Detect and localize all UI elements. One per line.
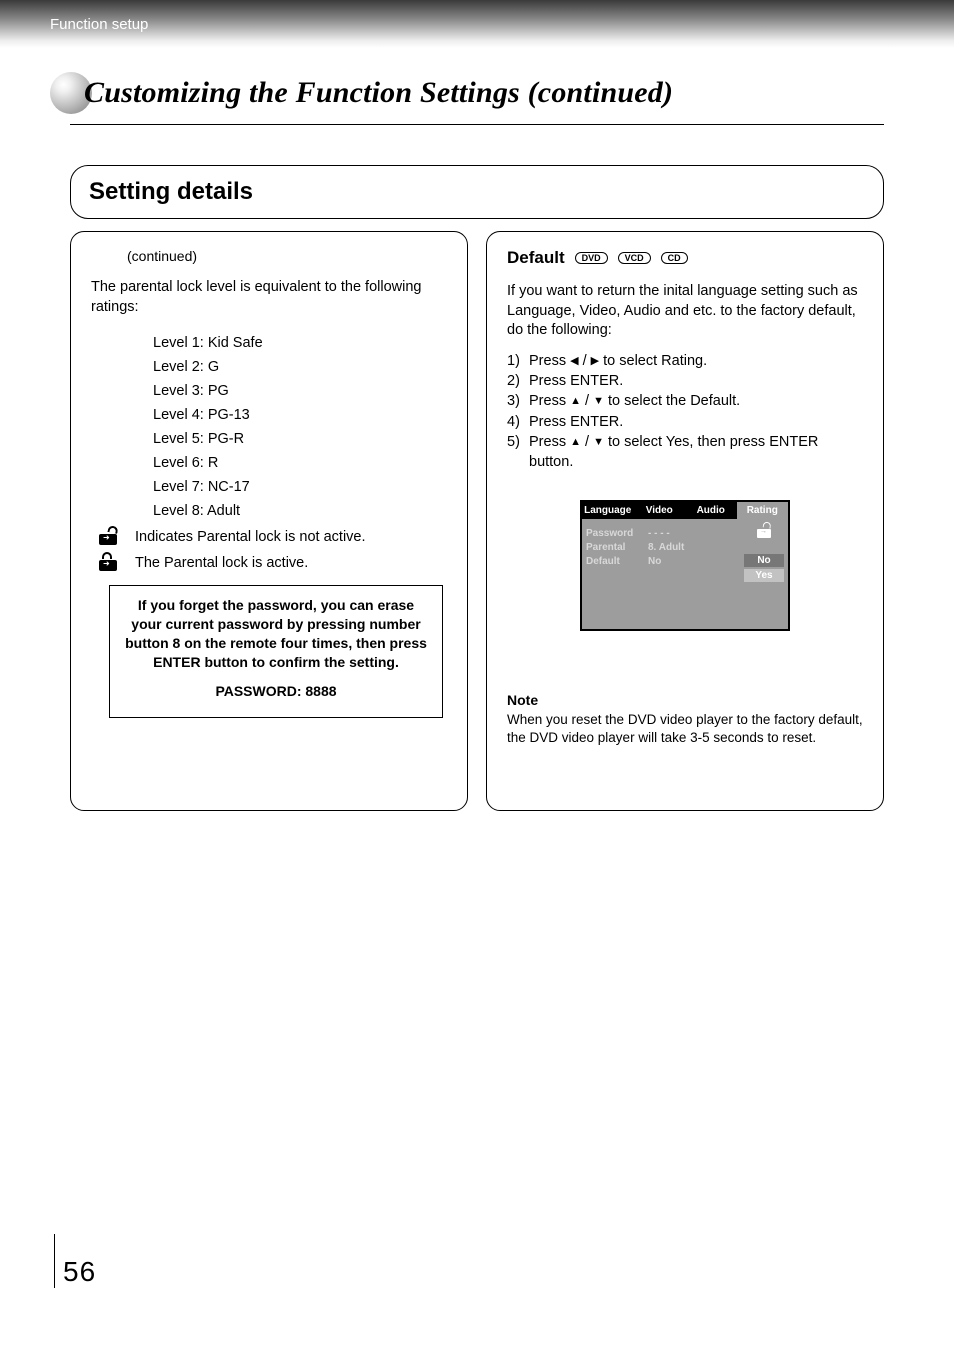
step-text: Press ▲ / ▼ to select Yes, then press EN… — [529, 432, 863, 473]
vcd-badge: VCD — [618, 252, 651, 264]
osd-tab-video: Video — [634, 502, 686, 519]
step-number: 4) — [507, 412, 529, 432]
t: Press — [529, 353, 570, 369]
lock-closed-icon — [99, 555, 117, 571]
lock-open-text: Indicates Parental lock is not active. — [135, 529, 366, 545]
lock-closed-text: The Parental lock is active. — [135, 555, 308, 571]
note-block: Note When you reset the DVD video player… — [507, 691, 863, 747]
password-reset-box: If you forget the password, you can eras… — [109, 585, 443, 717]
osd-body: Password Parental Default - - - - 8. Adu… — [582, 519, 788, 629]
note-heading: Note — [507, 692, 538, 708]
page-number: 56 — [54, 1234, 96, 1288]
right-arrow-icon: ▶ — [591, 354, 599, 369]
cd-badge: CD — [661, 252, 688, 264]
osd-item: Password — [586, 528, 640, 539]
step-number: 2) — [507, 371, 529, 391]
forgot-line: ENTER button to confirm the setting. — [122, 653, 430, 672]
osd-tabs: Language Video Audio Rating — [582, 502, 788, 519]
rating-level: Level 3: PG — [153, 383, 447, 399]
osd-item: Default — [586, 556, 640, 567]
rating-level: Level 5: PG-R — [153, 431, 447, 447]
steps-list: 1) Press ◀ / ▶ to select Rating. 2) Pres… — [507, 351, 863, 473]
t: / — [581, 393, 593, 409]
up-arrow-icon: ▲ — [570, 394, 581, 409]
osd-tab-rating: Rating — [737, 502, 789, 519]
section-header: Setting details — [89, 178, 865, 206]
osd-item: Parental — [586, 542, 640, 553]
continued-label: (continued) — [91, 248, 447, 264]
step-number: 5) — [507, 432, 529, 473]
lock-open-row: Indicates Parental lock is not active. — [99, 529, 447, 545]
step-text: Press ◀ / ▶ to select Rating. — [529, 351, 707, 371]
t: Press — [529, 434, 570, 450]
t: Press — [529, 393, 570, 409]
osd-screenshot: Language Video Audio Rating Password Par… — [507, 500, 863, 631]
t: to select the Default. — [604, 393, 740, 409]
step-row: 2) Press ENTER. — [507, 371, 863, 391]
left-column: (continued) The parental lock level is e… — [70, 231, 468, 811]
page-title: Customizing the Function Settings (conti… — [84, 76, 673, 110]
rating-levels-list: Level 1: Kid Safe Level 2: G Level 3: PG… — [153, 335, 447, 519]
left-intro: The parental lock level is equivalent to… — [91, 278, 447, 317]
content-columns: (continued) The parental lock level is e… — [70, 231, 884, 811]
rating-level: Level 4: PG-13 — [153, 407, 447, 423]
t: to select Rating. — [599, 353, 707, 369]
osd-lock-icon — [757, 525, 771, 538]
rating-level: Level 1: Kid Safe — [153, 335, 447, 351]
osd-menu: Language Video Audio Rating Password Par… — [580, 500, 790, 631]
step-row: 3) Press ▲ / ▼ to select the Default. — [507, 391, 863, 411]
t: / — [579, 353, 591, 369]
section-header-band: Setting details — [70, 165, 884, 219]
osd-option-no: No — [744, 554, 784, 567]
rating-level: Level 2: G — [153, 359, 447, 375]
default-password: PASSWORD: 8888 — [122, 682, 430, 701]
rating-level: Level 8: Adult — [153, 503, 447, 519]
step-text: Press ENTER. — [529, 412, 623, 432]
step-number: 3) — [507, 391, 529, 411]
right-column: Default DVD VCD CD If you want to return… — [486, 231, 884, 811]
left-arrow-icon: ◀ — [570, 354, 578, 369]
osd-value: No — [648, 556, 736, 567]
step-row: 5) Press ▲ / ▼ to select Yes, then press… — [507, 432, 863, 473]
default-heading: Default — [507, 248, 565, 268]
osd-value: 8. Adult — [648, 542, 736, 553]
osd-right-col: No Yes — [740, 519, 788, 629]
title-underline — [70, 124, 884, 125]
dvd-badge: DVD — [575, 252, 608, 264]
step-number: 1) — [507, 351, 529, 371]
step-text: Press ▲ / ▼ to select the Default. — [529, 391, 740, 411]
t: / — [581, 434, 593, 450]
forgot-line: your current password by pressing number — [122, 615, 430, 634]
osd-tab-language: Language — [582, 502, 634, 519]
osd-left-col: Password Parental Default — [582, 519, 644, 629]
lock-closed-row: The Parental lock is active. — [99, 555, 447, 571]
default-heading-row: Default DVD VCD CD — [507, 248, 863, 268]
step-row: 4) Press ENTER. — [507, 412, 863, 432]
osd-tab-audio: Audio — [685, 502, 737, 519]
down-arrow-icon: ▼ — [593, 394, 604, 409]
right-intro: If you want to return the inital languag… — [507, 282, 863, 341]
header-bar: Function setup — [0, 0, 954, 48]
osd-value: - - - - — [648, 528, 736, 539]
forgot-line: If you forget the password, you can eras… — [122, 596, 430, 615]
rating-level: Level 7: NC-17 — [153, 479, 447, 495]
breadcrumb: Function setup — [50, 16, 148, 33]
down-arrow-icon: ▼ — [593, 435, 604, 450]
forgot-line: button 8 on the remote four times, then … — [122, 634, 430, 653]
osd-option-yes: Yes — [744, 569, 784, 582]
title-row: Customizing the Function Settings (conti… — [0, 48, 954, 122]
up-arrow-icon: ▲ — [570, 435, 581, 450]
step-text: Press ENTER. — [529, 371, 623, 391]
note-body: When you reset the DVD video player to t… — [507, 712, 863, 745]
rating-level: Level 6: R — [153, 455, 447, 471]
lock-open-icon — [99, 529, 117, 545]
step-row: 1) Press ◀ / ▶ to select Rating. — [507, 351, 863, 371]
osd-mid-col: - - - - 8. Adult No — [644, 519, 740, 629]
